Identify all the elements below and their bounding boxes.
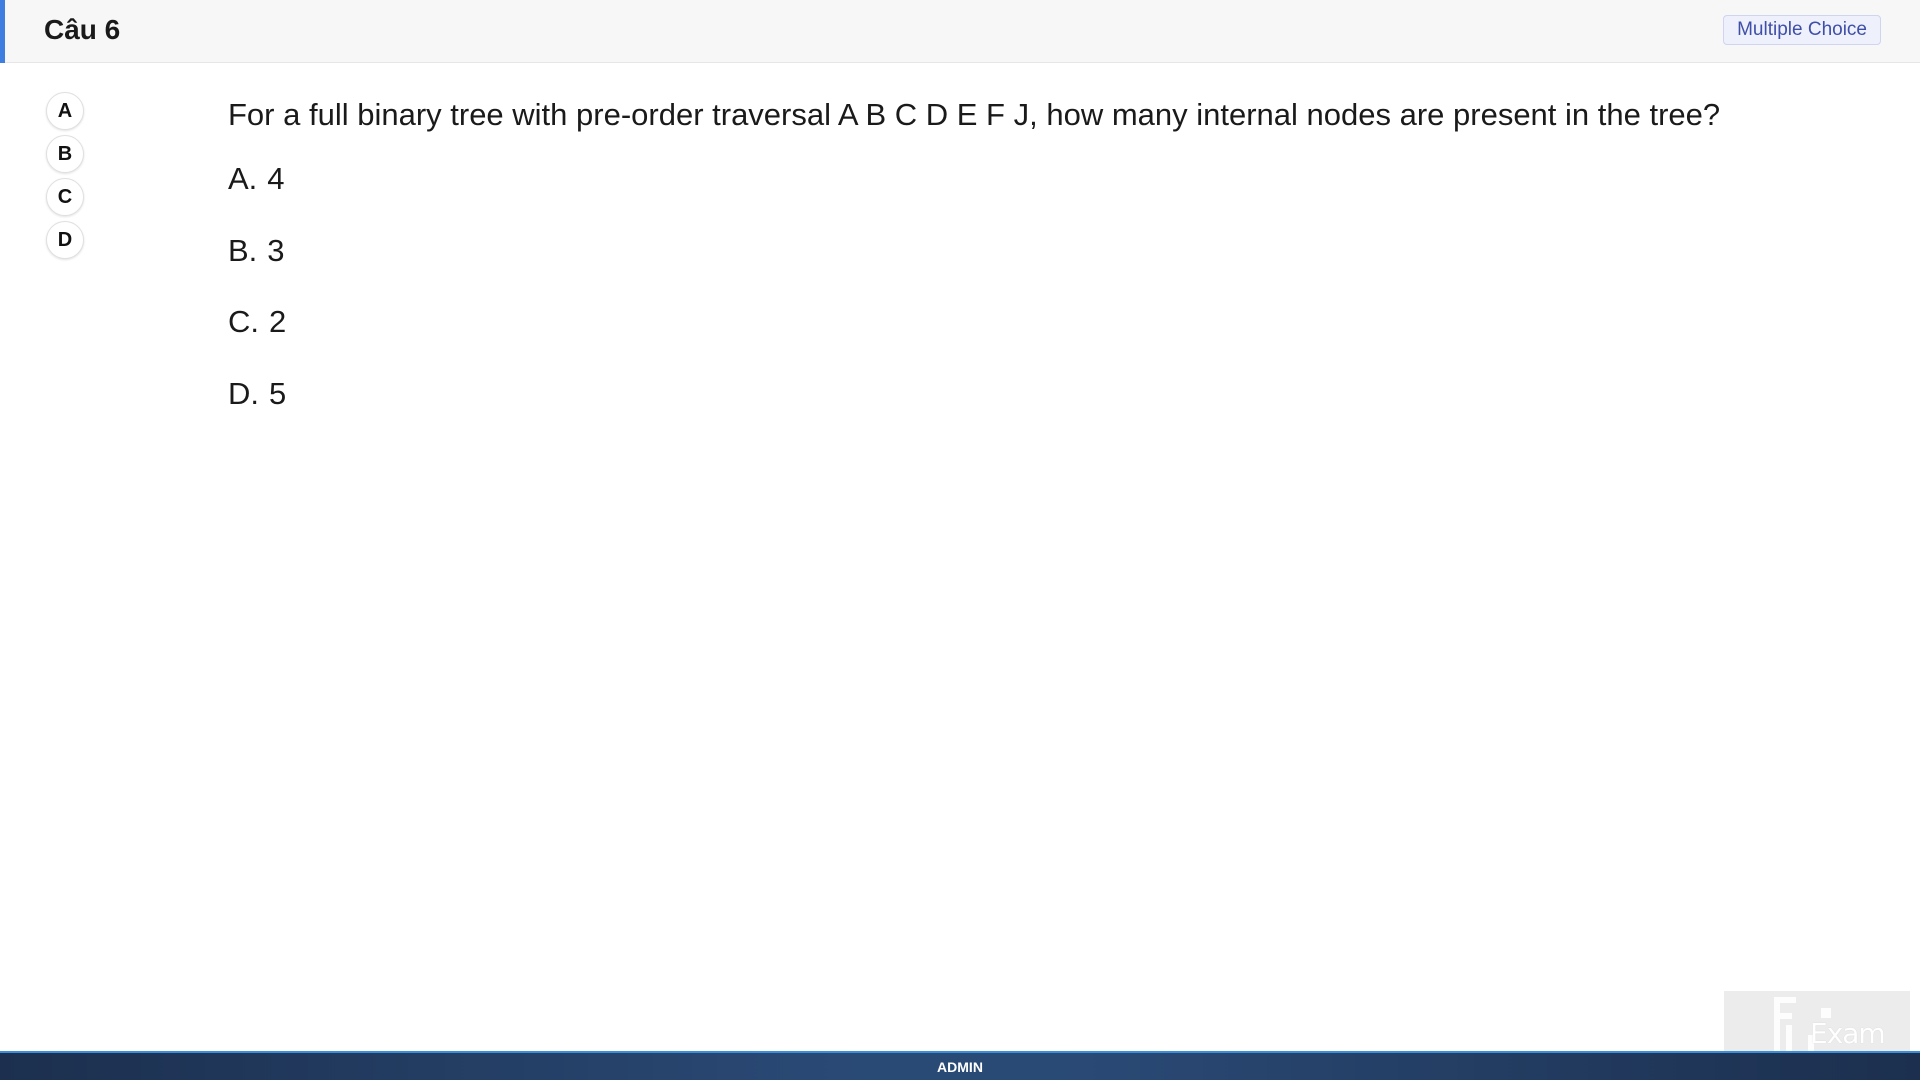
option-b: B. 3 bbox=[228, 231, 1868, 271]
option-value: 4 bbox=[267, 161, 285, 196]
option-letter: C. bbox=[228, 304, 259, 339]
answer-button-d[interactable]: D bbox=[46, 221, 84, 259]
answer-button-c[interactable]: C bbox=[46, 178, 84, 216]
question-title: Câu 6 bbox=[44, 14, 121, 45]
question-type-badge: Multiple Choice bbox=[1723, 15, 1881, 45]
exam-page: Câu 6 Multiple Choice A B C D For a full… bbox=[0, 0, 1920, 1080]
watermark-text: Exam bbox=[1810, 1017, 1886, 1050]
option-a: A. 4 bbox=[228, 159, 1868, 199]
option-value: 5 bbox=[269, 375, 287, 411]
header-accent-bar bbox=[0, 0, 5, 63]
user-label: ADMIN bbox=[937, 1059, 983, 1075]
option-d: D. 5 bbox=[228, 374, 1868, 414]
option-value: 2 bbox=[269, 304, 287, 339]
option-letter: A. bbox=[228, 161, 258, 196]
option-value: 3 bbox=[267, 232, 285, 268]
answer-selector: A B C D bbox=[46, 92, 86, 264]
option-letter: D. bbox=[228, 375, 259, 411]
option-c: C. 2 bbox=[228, 302, 1868, 342]
option-letter: B. bbox=[228, 232, 258, 268]
answer-button-b[interactable]: B bbox=[46, 135, 84, 173]
question-body: For a full binary tree with pre-order tr… bbox=[228, 95, 1868, 445]
question-header: Câu 6 Multiple Choice bbox=[0, 0, 1920, 63]
question-text: For a full binary tree with pre-order tr… bbox=[228, 97, 1721, 132]
footer-bar: ADMIN bbox=[0, 1051, 1920, 1080]
answer-button-a[interactable]: A bbox=[46, 92, 84, 130]
